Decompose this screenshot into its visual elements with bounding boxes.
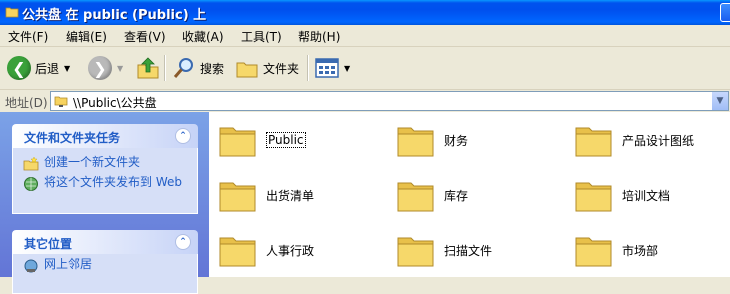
menu-edit[interactable]: 编辑(E) [66, 28, 107, 45]
back-arrow-icon: ❮ [7, 56, 31, 80]
views-icon [315, 58, 339, 78]
folder-name: 培训文档 [622, 189, 671, 203]
folder-icon [575, 182, 612, 212]
task-publish-web-label: 将这个文件夹发布到 Web [44, 175, 182, 189]
views-dropdown-icon[interactable]: ▼ [344, 64, 350, 73]
folder-icon [575, 127, 612, 157]
up-button[interactable] [136, 53, 160, 83]
publish-web-icon [24, 177, 38, 191]
folder-name: 市场部 [622, 244, 659, 258]
network-icon [24, 259, 38, 273]
address-value: \\Public\公共盘 [73, 96, 157, 110]
network-folder-icon [54, 96, 68, 107]
folders-label: 文件夹 [263, 61, 300, 76]
file-tasks-header[interactable]: 文件和文件夹任务 ⌃ [12, 124, 198, 148]
new-folder-icon [23, 156, 39, 171]
search-label: 搜索 [200, 61, 225, 76]
folder-name: 出货清单 [266, 189, 315, 203]
folder-name: 产品设计图纸 [622, 134, 695, 148]
file-tasks-title: 文件和文件夹任务 [24, 131, 121, 145]
forward-dropdown-icon[interactable]: ▼ [117, 64, 123, 73]
menu-help[interactable]: 帮助(H) [298, 28, 340, 45]
folder-up-icon [137, 57, 159, 79]
back-label: 后退 [35, 61, 60, 76]
folders-button[interactable]: 文件夹 [235, 53, 299, 83]
window-folder-icon [5, 7, 19, 18]
folder-name: Public [266, 132, 306, 148]
address-dropdown-icon[interactable]: ▼ [711, 92, 728, 110]
minimize-button[interactable] [720, 3, 730, 22]
folder-icon [397, 127, 434, 157]
folder-item[interactable]: 扫描文件 [396, 231, 566, 271]
menu-bar: 文件(F) 编辑(E) 查看(V) 收藏(A) 工具(T) 帮助(H) [0, 25, 730, 47]
place-network[interactable]: 网上邻居 [23, 258, 92, 274]
task-publish-web[interactable]: 将这个文件夹发布到 Web [23, 176, 188, 192]
task-new-folder[interactable]: 创建一个新文件夹 [23, 156, 140, 172]
forward-arrow-icon: ❯ [88, 56, 112, 80]
folder-item[interactable]: 出货清单 [218, 176, 388, 216]
folder-name: 财务 [444, 134, 469, 148]
folder-icon [575, 237, 612, 267]
address-bar: 地址(D) \\Public\公共盘 ▼ [0, 90, 730, 112]
back-button[interactable]: ❮ 后退 ▼ [7, 53, 70, 83]
folder-icon [219, 182, 256, 212]
task-pane: 文件和文件夹任务 ⌃ 创建一个新文件夹 将这个文件夹发布到 Web 其它位置 ⌃… [0, 112, 209, 294]
menu-favorites[interactable]: 收藏(A) [182, 28, 224, 45]
folders-icon [236, 62, 258, 78]
folder-icon [397, 237, 434, 267]
folder-item[interactable]: 培训文档 [574, 176, 730, 216]
folder-icon [219, 127, 256, 157]
folder-name: 库存 [444, 189, 469, 203]
folder-item[interactable]: 财务 [396, 121, 566, 161]
views-button[interactable]: ▼ [315, 53, 350, 83]
search-button[interactable]: 搜索 [172, 53, 224, 83]
search-icon [173, 58, 193, 78]
forward-button[interactable]: ❯ ▼ [88, 53, 123, 83]
other-places-header[interactable]: 其它位置 ⌃ [12, 230, 198, 254]
folder-item[interactable]: 人事行政 [218, 231, 388, 271]
other-places-panel: 其它位置 ⌃ 网上邻居 [12, 230, 198, 294]
title-bar[interactable]: 公共盘 在 public (Public) 上 [0, 0, 730, 25]
address-label: 地址(D) [5, 96, 48, 110]
back-dropdown-icon[interactable]: ▼ [64, 64, 70, 73]
menu-file[interactable]: 文件(F) [8, 28, 48, 45]
folder-item[interactable]: Public [218, 121, 388, 161]
folder-item[interactable]: 产品设计图纸 [574, 121, 730, 161]
folder-name: 扫描文件 [444, 244, 493, 258]
menu-view[interactable]: 查看(V) [124, 28, 166, 45]
address-input[interactable]: \\Public\公共盘 ▼ [50, 91, 729, 111]
toolbar: ❮ 后退 ▼ ❯ ▼ 搜索 文件夹 ▼ [0, 47, 730, 90]
folder-icon [397, 182, 434, 212]
folder-name: 人事行政 [266, 244, 315, 258]
folder-icon [219, 237, 256, 267]
other-places-title: 其它位置 [24, 237, 73, 251]
folder-view: Public 财务 产品设计图纸 出货清单 库存 培训文档 人事行政 扫描文件 … [209, 112, 730, 277]
collapse-icon[interactable]: ⌃ [175, 128, 191, 144]
folder-item[interactable]: 库存 [396, 176, 566, 216]
task-new-folder-label: 创建一个新文件夹 [44, 155, 141, 169]
menu-tools[interactable]: 工具(T) [241, 28, 282, 45]
collapse-icon[interactable]: ⌃ [175, 234, 191, 250]
window-title: 公共盘 在 public (Public) 上 [22, 8, 207, 23]
folder-item[interactable]: 市场部 [574, 231, 730, 271]
file-tasks-panel: 文件和文件夹任务 ⌃ 创建一个新文件夹 将这个文件夹发布到 Web [12, 124, 198, 214]
place-network-label: 网上邻居 [44, 257, 93, 271]
